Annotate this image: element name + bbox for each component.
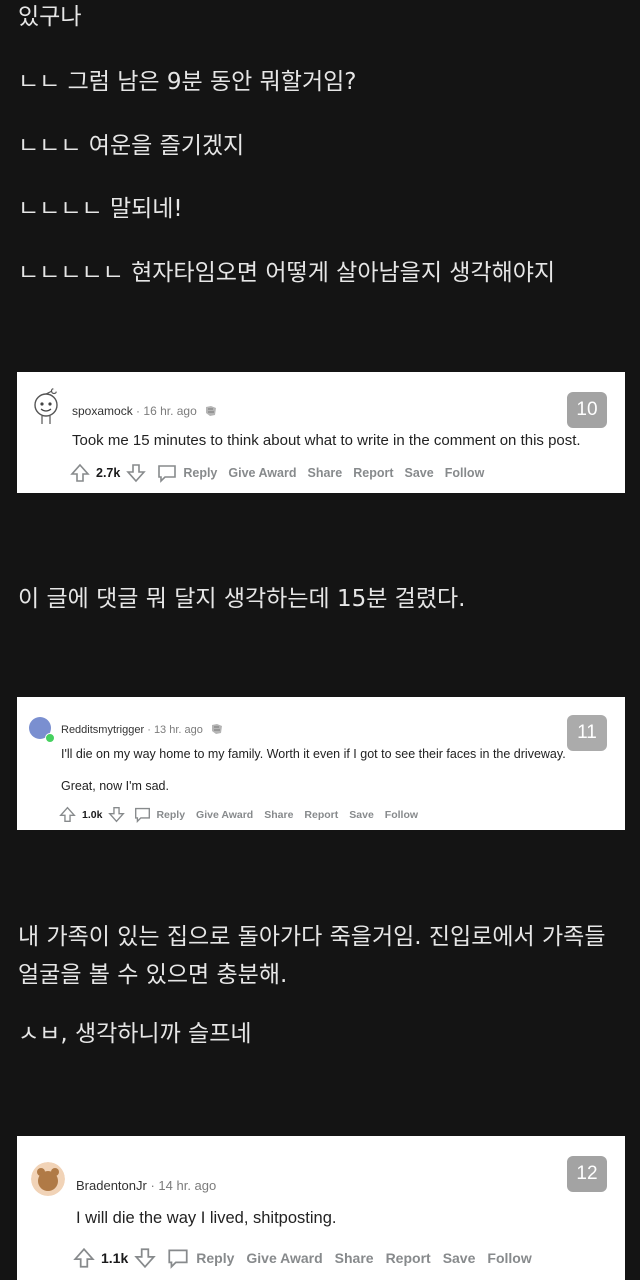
timestamp: 16 hr. ago bbox=[143, 404, 197, 418]
comment-body: I will die the way I lived, shitposting. bbox=[76, 1209, 337, 1227]
save-button[interactable]: Save bbox=[349, 809, 374, 821]
comment-actions: 1.0k Reply Give Award Share Report Save … bbox=[59, 806, 418, 823]
online-status-dot bbox=[45, 733, 55, 743]
reply-button[interactable]: Reply bbox=[196, 1250, 234, 1266]
give-award-button[interactable]: Give Award bbox=[196, 809, 253, 821]
korean-text-line: ㄴㄴ 그럼 남은 9분 동안 뭐할거임? bbox=[18, 69, 357, 95]
follow-button[interactable]: Follow bbox=[385, 809, 418, 821]
reply-bubble-icon[interactable] bbox=[166, 1247, 190, 1269]
give-award-button[interactable]: Give Award bbox=[228, 466, 296, 480]
downvote-icon[interactable] bbox=[126, 463, 147, 483]
save-button[interactable]: Save bbox=[443, 1250, 476, 1266]
reply-button[interactable]: Reply bbox=[183, 466, 217, 480]
follow-button[interactable]: Follow bbox=[445, 466, 485, 480]
vote-score: 1.1k bbox=[101, 1250, 129, 1266]
give-award-button[interactable]: Give Award bbox=[246, 1250, 322, 1266]
upvote-icon[interactable] bbox=[70, 463, 90, 483]
vote-score: 2.7k bbox=[96, 466, 121, 480]
vote-score: 1.0k bbox=[82, 808, 103, 821]
number-badge: 10 bbox=[567, 392, 607, 428]
upvote-icon[interactable] bbox=[59, 806, 76, 823]
share-button[interactable]: Share bbox=[307, 466, 342, 480]
reddit-comment-card: BradentonJr · 14 hr. ago I will die the … bbox=[17, 1136, 625, 1280]
snoo-avatar-icon bbox=[34, 387, 58, 424]
timestamp: 13 hr. ago bbox=[153, 724, 203, 736]
upvote-icon[interactable] bbox=[73, 1247, 95, 1269]
username-link[interactable]: Redditsmytrigger bbox=[61, 724, 144, 736]
comment-body: I'll die on my way home to my family. Wo… bbox=[61, 747, 566, 761]
korean-text-line: ㄴㄴㄴㄴ 말되네! bbox=[18, 196, 183, 222]
timestamp: 14 hr. ago bbox=[158, 1178, 217, 1193]
reply-bubble-icon[interactable] bbox=[156, 463, 178, 483]
reddit-comment-card: Redditsmytrigger · 13 hr. ago I'll die o… bbox=[17, 697, 625, 830]
comment-meta: Redditsmytrigger · 13 hr. ago bbox=[61, 723, 224, 736]
downvote-icon[interactable] bbox=[134, 1247, 157, 1269]
reply-button[interactable]: Reply bbox=[156, 809, 185, 821]
comment-actions: 2.7k Reply Give Award Share Report Save … bbox=[70, 463, 484, 483]
number-badge: 11 bbox=[567, 715, 607, 751]
username-link[interactable]: spoxamock bbox=[72, 404, 133, 418]
share-button[interactable]: Share bbox=[335, 1250, 374, 1266]
user-avatar bbox=[31, 1162, 65, 1196]
korean-text-line: ㄴㄴㄴㄴㄴ 현자타임오면 어떻게 살아남을지 생각해야지 bbox=[18, 260, 556, 286]
comment-body: Great, now I'm sad. bbox=[61, 779, 169, 793]
korean-translation: 내 가족이 있는 집으로 돌아가다 죽을거임. 진입로에서 가족들 얼굴을 볼 … bbox=[18, 924, 606, 988]
downvote-icon[interactable] bbox=[108, 806, 126, 823]
korean-translation: ㅅㅂ, 생각하니까 슬프네 bbox=[18, 1021, 252, 1047]
report-button[interactable]: Report bbox=[304, 809, 338, 821]
report-button[interactable]: Report bbox=[386, 1250, 431, 1266]
comment-meta: BradentonJr · 14 hr. ago bbox=[76, 1178, 217, 1193]
korean-text-line: 있구나 bbox=[18, 4, 82, 30]
share-button[interactable]: Share bbox=[264, 809, 293, 821]
korean-translation: 이 글에 댓글 뭐 달지 생각하는데 15분 걸렸다. bbox=[18, 586, 466, 612]
comment-body: Took me 15 minutes to think about what t… bbox=[72, 432, 581, 449]
save-button[interactable]: Save bbox=[405, 466, 434, 480]
award-icon bbox=[211, 724, 222, 734]
comment-actions: 1.1k Reply Give Award Share Report Save … bbox=[73, 1247, 532, 1269]
report-button[interactable]: Report bbox=[353, 466, 393, 480]
reply-bubble-icon[interactable] bbox=[133, 806, 152, 823]
number-badge: 12 bbox=[567, 1156, 607, 1192]
korean-text-line: ㄴㄴㄴ 여운을 즐기겠지 bbox=[18, 133, 245, 159]
comment-meta: spoxamock · 16 hr. ago bbox=[72, 404, 218, 418]
follow-button[interactable]: Follow bbox=[487, 1250, 531, 1266]
reddit-comment-card: spoxamock · 16 hr. ago Took me 15 minute… bbox=[17, 372, 625, 493]
username-link[interactable]: BradentonJr bbox=[76, 1178, 147, 1193]
award-icon bbox=[206, 406, 217, 416]
